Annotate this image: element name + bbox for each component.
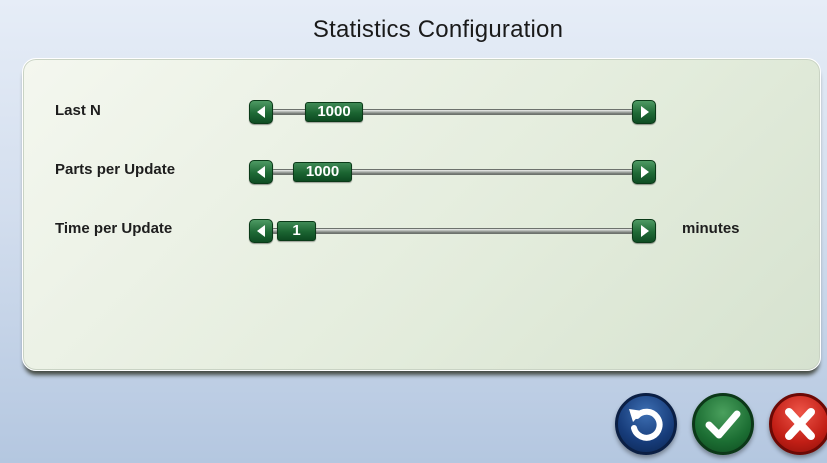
slider-track[interactable]: [271, 228, 634, 234]
confirm-button[interactable]: [692, 393, 754, 455]
decrease-button[interactable]: [249, 160, 273, 184]
arrow-right-icon: [641, 106, 649, 118]
settings-panel: Last N 1000 Parts per Update 1000 Time p…: [22, 58, 821, 371]
last-n-slider[interactable]: 1000: [249, 100, 656, 124]
checkmark-icon: [705, 410, 741, 439]
decrease-button[interactable]: [249, 219, 273, 243]
last-n-label: Last N: [55, 102, 101, 119]
x-icon: [785, 408, 815, 440]
parts-per-update-slider[interactable]: 1000: [249, 160, 656, 184]
page-title: Statistics Configuration: [312, 16, 564, 43]
slider-thumb[interactable]: 1000: [305, 102, 363, 122]
decrease-button[interactable]: [249, 100, 273, 124]
time-per-update-label: Time per Update: [55, 220, 173, 237]
time-per-update-slider[interactable]: 1: [249, 219, 656, 243]
arrow-left-icon: [257, 106, 265, 118]
arrow-right-icon: [641, 166, 649, 178]
parts-per-update-label: Parts per Update: [55, 161, 176, 178]
increase-button[interactable]: [632, 100, 656, 124]
time-unit-label: minutes: [682, 220, 740, 237]
increase-button[interactable]: [632, 219, 656, 243]
undo-icon: [629, 408, 663, 441]
cancel-button[interactable]: [769, 393, 827, 455]
arrow-left-icon: [257, 225, 265, 237]
reset-button[interactable]: [615, 393, 677, 455]
slider-thumb[interactable]: 1: [277, 221, 316, 241]
increase-button[interactable]: [632, 160, 656, 184]
arrow-left-icon: [257, 166, 265, 178]
arrow-right-icon: [641, 225, 649, 237]
slider-thumb[interactable]: 1000: [293, 162, 352, 182]
